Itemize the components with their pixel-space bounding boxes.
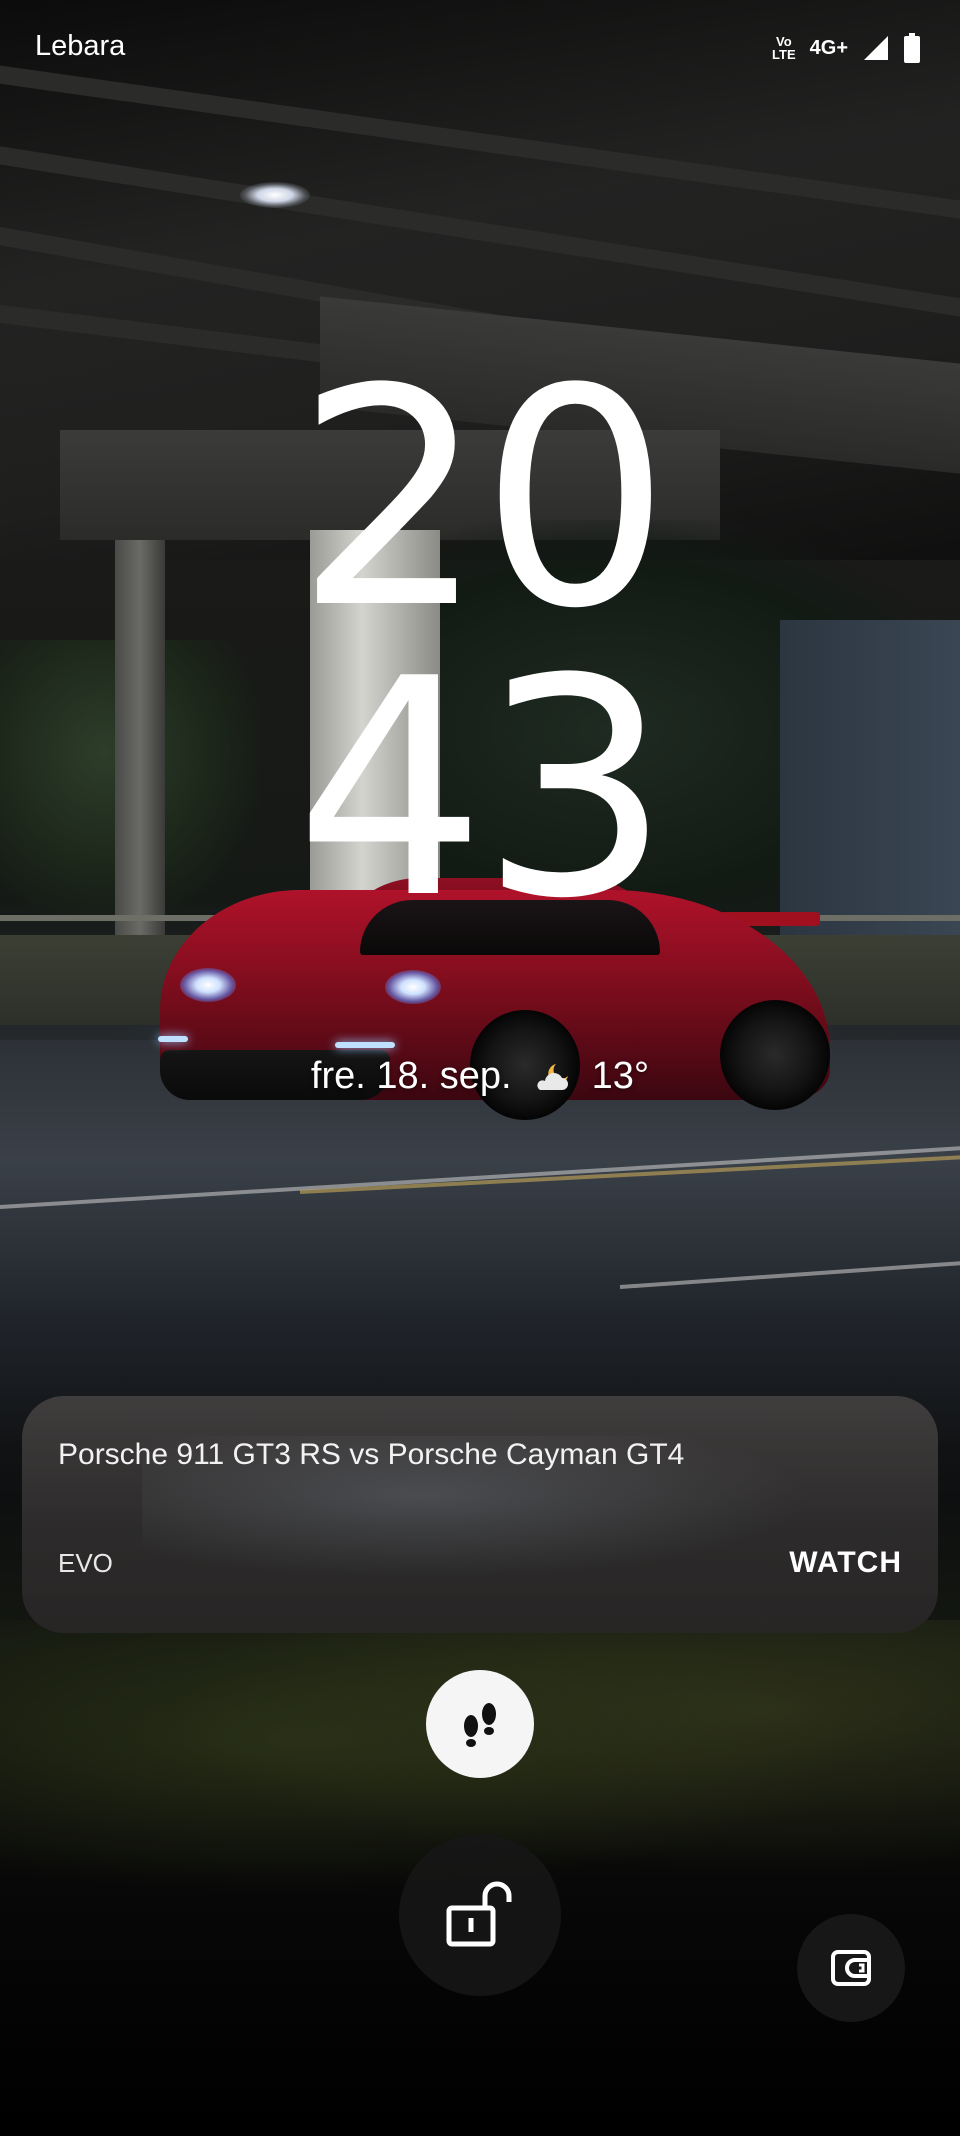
watch-button[interactable]: WATCH xyxy=(789,1546,902,1580)
wallpaper-car-headlight xyxy=(385,970,441,1004)
status-icons: Vo LTE 4G+ xyxy=(772,30,920,66)
wallpaper-car-drl xyxy=(158,1036,188,1042)
lockscreen-clock: 20 43 xyxy=(0,325,960,964)
clock-minutes: 43 xyxy=(295,615,671,964)
volte-bottom-label: LTE xyxy=(772,47,796,62)
volte-icon: Vo LTE xyxy=(772,35,796,61)
media-title: Porsche 911 GT3 RS vs Porsche Cayman GT4 xyxy=(58,1438,685,1471)
battery-icon xyxy=(904,33,920,63)
temperature-label: 13° xyxy=(591,1055,650,1097)
clock-hours: 20 xyxy=(295,325,671,674)
signal-icon xyxy=(864,36,888,60)
date-label: fre. 18. sep. xyxy=(310,1055,512,1097)
unlock-icon xyxy=(446,1881,512,1947)
partly-cloudy-night-icon xyxy=(536,1063,568,1090)
date-weather-row[interactable]: fre. 18. sep. 13° xyxy=(0,1055,960,1098)
wallpaper-car-drl xyxy=(335,1042,395,1048)
footsteps-shortcut-button[interactable] xyxy=(426,1670,534,1778)
footsteps-icon xyxy=(464,1703,496,1747)
wallet-button[interactable] xyxy=(797,1914,905,2022)
network-type-label: 4G+ xyxy=(809,36,848,59)
wallpaper-road xyxy=(0,1040,960,1440)
media-notification-card[interactable]: Porsche 911 GT3 RS vs Porsche Cayman GT4… xyxy=(22,1396,938,1633)
wallpaper-lamp xyxy=(240,182,310,208)
status-bar: Lebara Vo LTE 4G+ xyxy=(0,0,960,100)
media-source: EVO xyxy=(58,1548,113,1578)
unlock-button[interactable] xyxy=(399,1834,561,1996)
wallpaper-car-headlight xyxy=(180,968,236,1002)
wallet-icon xyxy=(831,1950,871,1986)
carrier-name: Lebara xyxy=(35,30,126,62)
